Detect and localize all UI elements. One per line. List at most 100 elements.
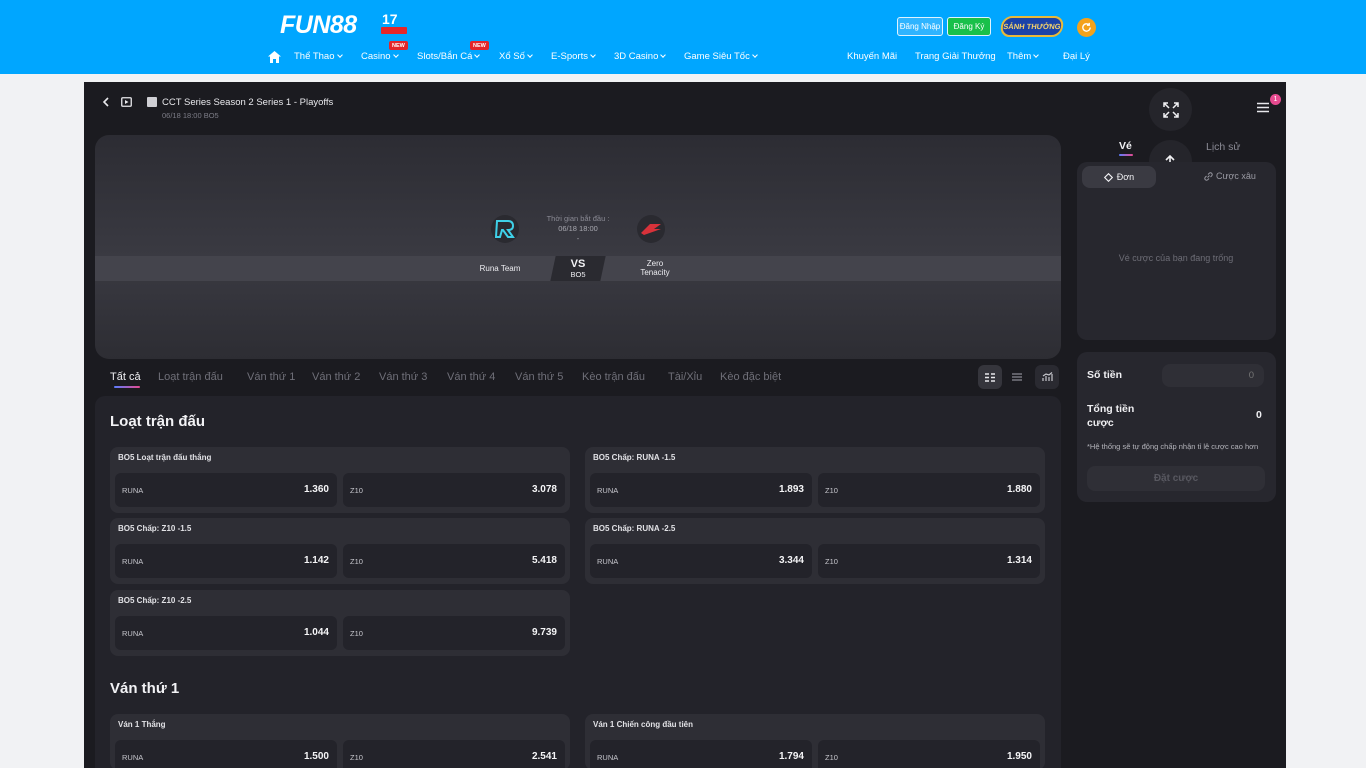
notification-badge: 1 <box>1270 94 1281 105</box>
runa-team-logo <box>491 215 519 243</box>
nav-label: Đại Lý <box>1063 50 1090 62</box>
nav-rewards-page[interactable]: Trang Giải Thưởng <box>915 49 996 63</box>
anniversary-ribbon <box>381 27 407 34</box>
tab-all[interactable]: Tất cả <box>110 371 141 383</box>
match-title: CCT Series Season 2 Series 1 - Playoffs <box>162 97 334 108</box>
view-grid-button[interactable] <box>978 365 1002 389</box>
nav-agent[interactable]: Đại Lý <box>1063 49 1090 63</box>
odd-button[interactable]: RUNA 1.893 <box>590 473 812 507</box>
chevron-down-icon <box>751 51 758 58</box>
back-arrow-icon[interactable] <box>101 97 111 107</box>
ticket-tab-indicator <box>1119 154 1133 156</box>
home-icon[interactable] <box>268 51 281 63</box>
market-title: BO5 Chấp: RUNA -2.5 <box>593 524 676 533</box>
odd-button[interactable]: RUNA 1.500 <box>115 740 337 768</box>
odd-team: RUNA <box>122 629 144 638</box>
nav-casino[interactable]: Casino <box>361 49 399 63</box>
tab-match-odds[interactable]: Kèo trận đấu <box>582 371 645 383</box>
chart-icon <box>1041 372 1053 381</box>
odd-team: RUNA <box>597 486 619 495</box>
list-view-icon <box>1012 373 1022 381</box>
empty-ticket-message: Vé cược của bạn đang trống <box>1118 253 1234 263</box>
odd-button[interactable]: RUNA 1.360 <box>115 473 337 507</box>
odd-team: Z10 <box>350 753 363 762</box>
odd-team: Z10 <box>825 753 838 762</box>
chevron-down-icon <box>474 51 481 58</box>
menu-icon[interactable] <box>1257 102 1269 113</box>
tab-game-1[interactable]: Ván thứ 1 <box>247 371 295 383</box>
view-list-button[interactable] <box>1005 365 1029 389</box>
odd-button[interactable]: Z10 3.078 <box>343 473 565 507</box>
new-badge: NEW <box>389 41 408 50</box>
team-away-name-line1: Zero <box>646 259 664 268</box>
odd-value: 1.044 <box>303 627 329 638</box>
odd-team: Z10 <box>350 486 363 495</box>
start-time-separator: - <box>576 234 580 243</box>
odd-button[interactable]: Z10 5.418 <box>343 544 565 578</box>
total-stake-value: 0 <box>1256 409 1262 421</box>
amount-input[interactable] <box>1162 364 1264 387</box>
odd-button[interactable]: Z10 1.880 <box>818 473 1040 507</box>
nav-esports[interactable]: E-Sports <box>551 49 596 63</box>
market-card: BO5 Chấp: RUNA -2.5 RUNA 3.344 Z10 1.314 <box>585 518 1045 584</box>
odd-button[interactable]: RUNA 3.344 <box>590 544 812 578</box>
reward-lobby-badge[interactable]: SẢNH THƯỞNG <box>999 16 1065 37</box>
refresh-icon[interactable] <box>1077 18 1096 37</box>
fullscreen-button[interactable] <box>1149 88 1192 131</box>
nav-fast-games[interactable]: Game Siêu Tốc <box>684 49 758 63</box>
odd-value: 3.078 <box>531 484 557 495</box>
match-hero <box>95 135 1061 359</box>
odd-button[interactable]: Z10 1.950 <box>818 740 1040 768</box>
nav-lottery[interactable]: Xổ Số <box>499 49 533 63</box>
tab-game-2[interactable]: Ván thứ 2 <box>312 371 360 383</box>
odd-button[interactable]: Z10 9.739 <box>343 616 565 650</box>
nav-more[interactable]: Thêm <box>1007 49 1040 63</box>
chevron-down-icon <box>392 51 399 58</box>
tab-history[interactable]: Lịch sử <box>1206 141 1240 153</box>
nav-slots[interactable]: Slots/Bắn Cá <box>417 49 481 63</box>
stats-button[interactable] <box>1035 365 1059 389</box>
odd-button[interactable]: RUNA 1.044 <box>115 616 337 650</box>
market-title: BO5 Chấp: Z10 -2.5 <box>118 596 192 605</box>
nav-promotions[interactable]: Khuyến Mãi <box>847 49 897 63</box>
odd-value: 1.142 <box>303 555 329 566</box>
parlay-bet-toggle[interactable]: Cược xâu <box>1204 171 1256 181</box>
tab-game-3[interactable]: Ván thứ 3 <box>379 371 427 383</box>
market-card: BO5 Chấp: Z10 -1.5 RUNA 1.142 Z10 5.418 <box>110 518 570 584</box>
login-button[interactable]: Đăng Nhập <box>897 17 943 36</box>
odd-button[interactable]: RUNA 1.142 <box>115 544 337 578</box>
single-bet-toggle[interactable]: Đơn <box>1082 166 1156 188</box>
tab-game-4[interactable]: Ván thứ 4 <box>447 371 495 383</box>
chevron-down-icon <box>1033 51 1040 58</box>
nav-sports[interactable]: Thể Thao <box>294 49 343 63</box>
tab-special[interactable]: Kèo đặc biệt <box>720 371 781 383</box>
market-title: BO5 Loạt trận đấu thắng <box>118 453 212 462</box>
tab-active-indicator <box>114 386 140 388</box>
chevron-down-icon <box>336 51 343 58</box>
fun88-logo[interactable]: FUN88 <box>280 11 357 40</box>
odd-button[interactable]: Z10 2.541 <box>343 740 565 768</box>
odd-value: 1.794 <box>778 751 804 762</box>
stream-icon[interactable] <box>121 97 132 107</box>
odd-value: 1.880 <box>1006 484 1032 495</box>
nav-label: E-Sports <box>551 50 588 62</box>
place-bet-button[interactable]: Đặt cược <box>1087 466 1265 491</box>
chevron-down-icon <box>590 51 596 58</box>
market-card: Ván 1 Chiến công đầu tiên RUNA 1.794 Z10 1… <box>585 714 1045 768</box>
tab-series[interactable]: Loạt trận đấu <box>158 371 223 383</box>
odd-button[interactable]: RUNA 1.794 <box>590 740 812 768</box>
odd-team: Z10 <box>350 629 363 638</box>
parlay-bet-label: Cược xâu <box>1216 171 1256 181</box>
nav-label: 3D Casino <box>614 50 659 62</box>
tab-over-under[interactable]: Tài/Xỉu <box>668 371 702 383</box>
tab-ticket[interactable]: Vé <box>1119 140 1132 152</box>
odd-button[interactable]: Z10 1.314 <box>818 544 1040 578</box>
odd-value: 1.360 <box>303 484 329 495</box>
nav-label: Xổ Số <box>499 50 525 62</box>
odd-value: 1.500 <box>303 751 329 762</box>
nav-3d-casino[interactable]: 3D Casino <box>614 49 667 63</box>
tab-game-5[interactable]: Ván thứ 5 <box>515 371 563 383</box>
dota-game-icon <box>147 97 157 107</box>
register-button[interactable]: Đăng Ký <box>947 17 991 36</box>
grid-view-icon <box>985 372 995 382</box>
